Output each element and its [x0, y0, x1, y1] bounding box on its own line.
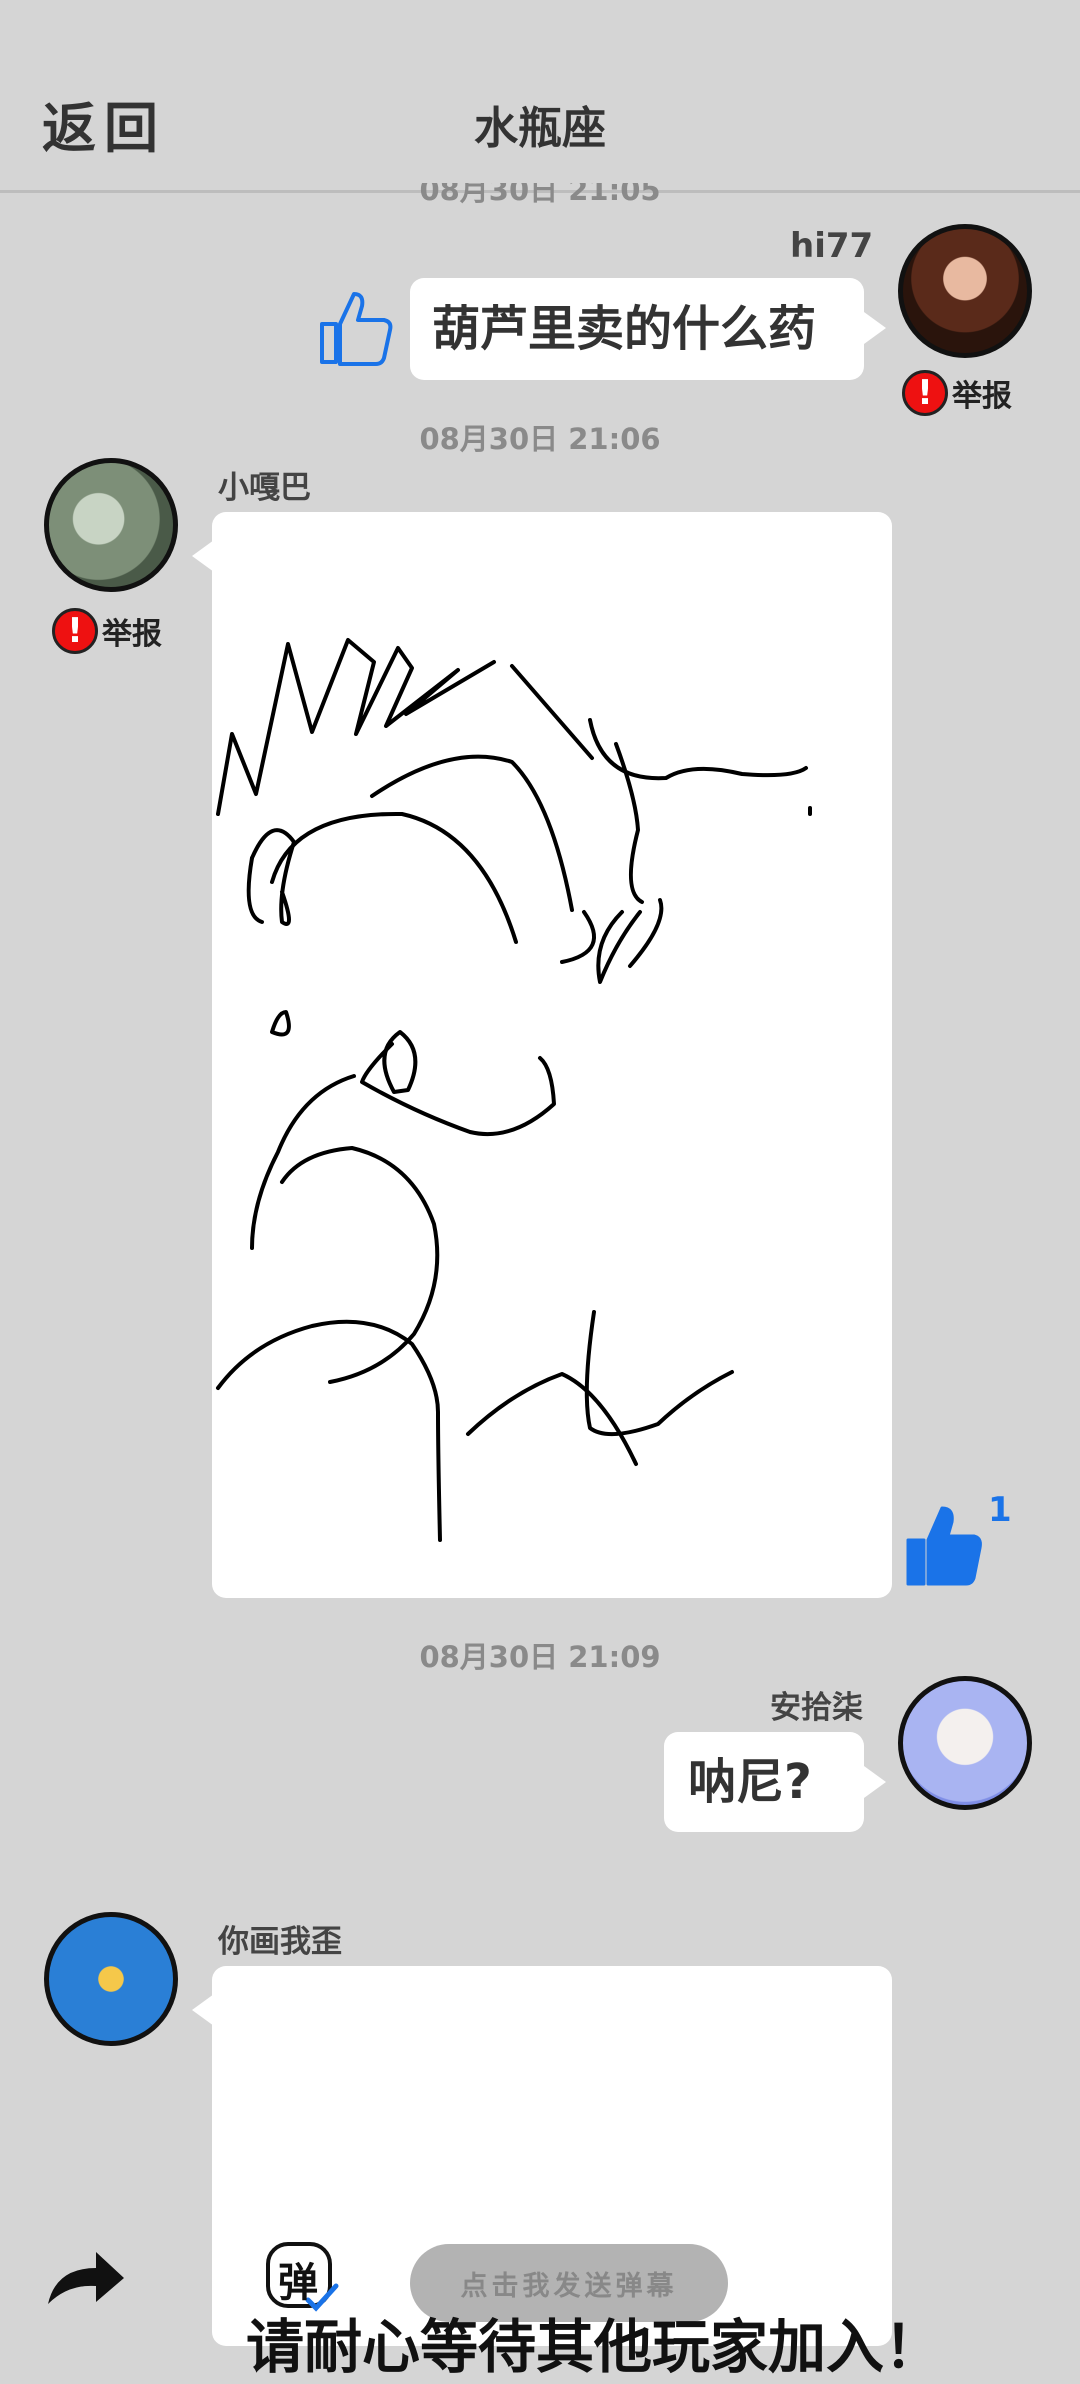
header: 返回 水瓶座	[0, 0, 1080, 193]
avatar[interactable]	[898, 1676, 1032, 1810]
thumbs-up-icon[interactable]	[904, 1500, 984, 1594]
username: 你画我歪	[218, 1924, 342, 1960]
share-icon[interactable]	[44, 2248, 126, 2312]
timestamp: 08月30日 21:06	[419, 422, 661, 456]
bubble-tail	[864, 312, 886, 344]
thumbs-up-icon[interactable]	[318, 286, 394, 370]
username: hi77	[790, 226, 874, 266]
bubble-tail	[864, 1766, 886, 1798]
report-button[interactable]: ! 举报	[902, 370, 1012, 416]
waiting-message: 请耐心等待其他玩家加入！	[246, 2313, 943, 2381]
page-title: 水瓶座	[474, 103, 606, 154]
bubble-tail	[192, 1994, 214, 2026]
report-button[interactable]: ! 举报	[52, 608, 162, 654]
exclamation-icon: !	[52, 608, 98, 654]
username: 小嘎巴	[218, 470, 311, 506]
avatar[interactable]	[44, 458, 178, 592]
drawing-image	[216, 638, 812, 1542]
avatar[interactable]	[898, 224, 1032, 358]
like-count: 1	[988, 1490, 1012, 1530]
report-label: 举报	[952, 379, 1012, 414]
username: 安拾柒	[770, 1690, 863, 1726]
avatar[interactable]	[44, 1912, 178, 2046]
drawing-canvas	[212, 512, 892, 1598]
message-bubble: 葫芦里卖的什么药	[410, 278, 864, 380]
timestamp: 08月30日 21:05	[419, 183, 661, 205]
report-label: 举报	[102, 617, 162, 652]
timestamp: 08月30日 21:09	[419, 1640, 661, 1674]
bubble-tail	[192, 540, 214, 572]
exclamation-icon: !	[902, 370, 948, 416]
message-bubble: 呐尼?	[664, 1732, 864, 1832]
